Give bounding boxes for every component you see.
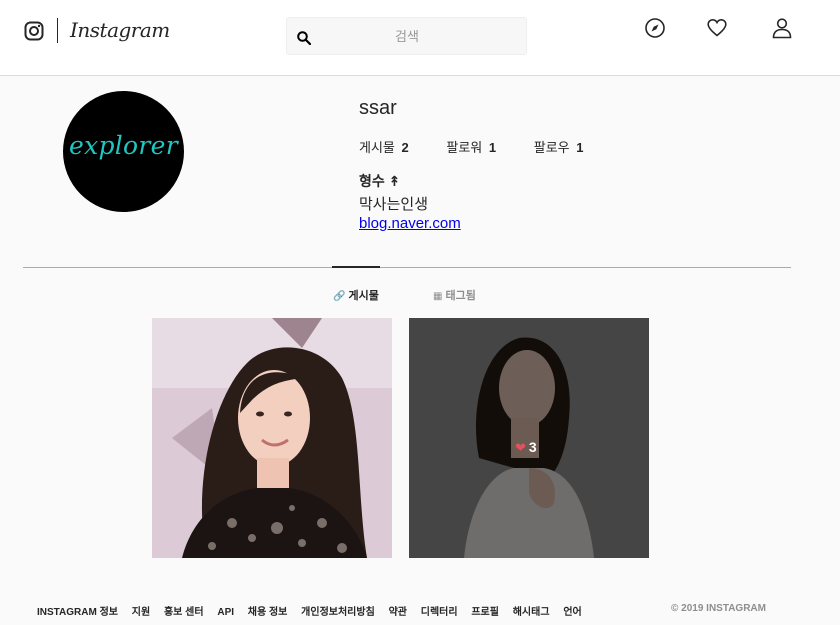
tab-posts[interactable]: 🔗 게시물	[333, 287, 379, 303]
footer-link-directory[interactable]: 디렉터리	[421, 603, 458, 618]
posts-stat-label: 게시물	[359, 140, 395, 155]
profile-divider	[23, 267, 791, 268]
avatar-logo-text: explorer	[68, 131, 179, 160]
followers-stat[interactable]: 팔로워 1	[446, 137, 496, 156]
posts-stat: 게시물 2	[359, 137, 409, 156]
search-box[interactable]	[286, 17, 527, 55]
user-icon[interactable]	[771, 17, 793, 39]
profile-bio: 막사는인생	[359, 196, 429, 213]
search-icon	[297, 31, 311, 45]
heart-icon[interactable]	[706, 17, 728, 39]
profile-avatar[interactable]: explorer	[63, 91, 184, 212]
profile-username: ssar	[359, 97, 397, 119]
footer-link-privacy[interactable]: 개인정보처리방침	[301, 603, 375, 618]
compass-icon[interactable]	[644, 17, 666, 39]
following-stat-label: 팔로우	[533, 140, 570, 155]
profile-full-name: 형수 ↟	[359, 173, 401, 189]
footer-link-jobs[interactable]: 채용 정보	[248, 603, 288, 618]
footer-link-profiles[interactable]: 프로필	[471, 603, 499, 618]
search-input[interactable]	[317, 18, 497, 54]
tab-posts-label: 게시물	[348, 290, 379, 302]
footer-link-press[interactable]: 홍보 센터	[164, 603, 204, 618]
footer-link-language[interactable]: 언어	[563, 603, 581, 618]
tab-tagged-label: 태그됨	[445, 290, 476, 302]
post-likes: ❤ 3	[515, 439, 537, 456]
post-photo	[152, 318, 392, 558]
footer-copyright: © 2019 INSTAGRAM	[671, 603, 766, 614]
following-stat-count: 1	[576, 140, 584, 155]
footer-link-api[interactable]: API	[217, 607, 234, 618]
footer-link-about[interactable]: INSTAGRAM 정보	[37, 603, 118, 618]
footer-link-terms[interactable]: 약관	[389, 603, 407, 618]
post-likes-count: 3	[528, 439, 537, 455]
posts-grid-icon: 🔗	[333, 291, 346, 302]
posts-stat-count: 2	[401, 140, 409, 155]
post-thumbnail[interactable]: ❤ 3	[409, 318, 649, 558]
footer-link-help[interactable]: 지원	[132, 603, 150, 618]
followers-stat-count: 1	[488, 140, 497, 155]
profile-stats: 게시물 2 팔로워 1 팔로우 1	[359, 137, 618, 156]
footer-link-hashtags[interactable]: 해시태그	[513, 603, 550, 618]
instagram-logo-icon[interactable]	[24, 21, 44, 41]
active-tab-indicator	[332, 266, 380, 268]
post-thumbnail[interactable]	[152, 318, 392, 558]
header-divider	[57, 18, 58, 43]
like-heart-icon: ❤	[515, 440, 526, 455]
followers-stat-label: 팔로워	[446, 140, 483, 155]
tab-tagged[interactable]: ▦ 태그됨	[433, 287, 476, 303]
instagram-wordmark[interactable]: Instagram	[70, 18, 170, 42]
profile-website-link[interactable]: blog.naver.com	[359, 215, 461, 232]
top-navbar: Instagram	[0, 0, 840, 76]
post-hover-overlay	[409, 318, 649, 558]
tagged-icon: ▦	[433, 291, 443, 302]
following-stat[interactable]: 팔로우 1	[534, 137, 584, 156]
